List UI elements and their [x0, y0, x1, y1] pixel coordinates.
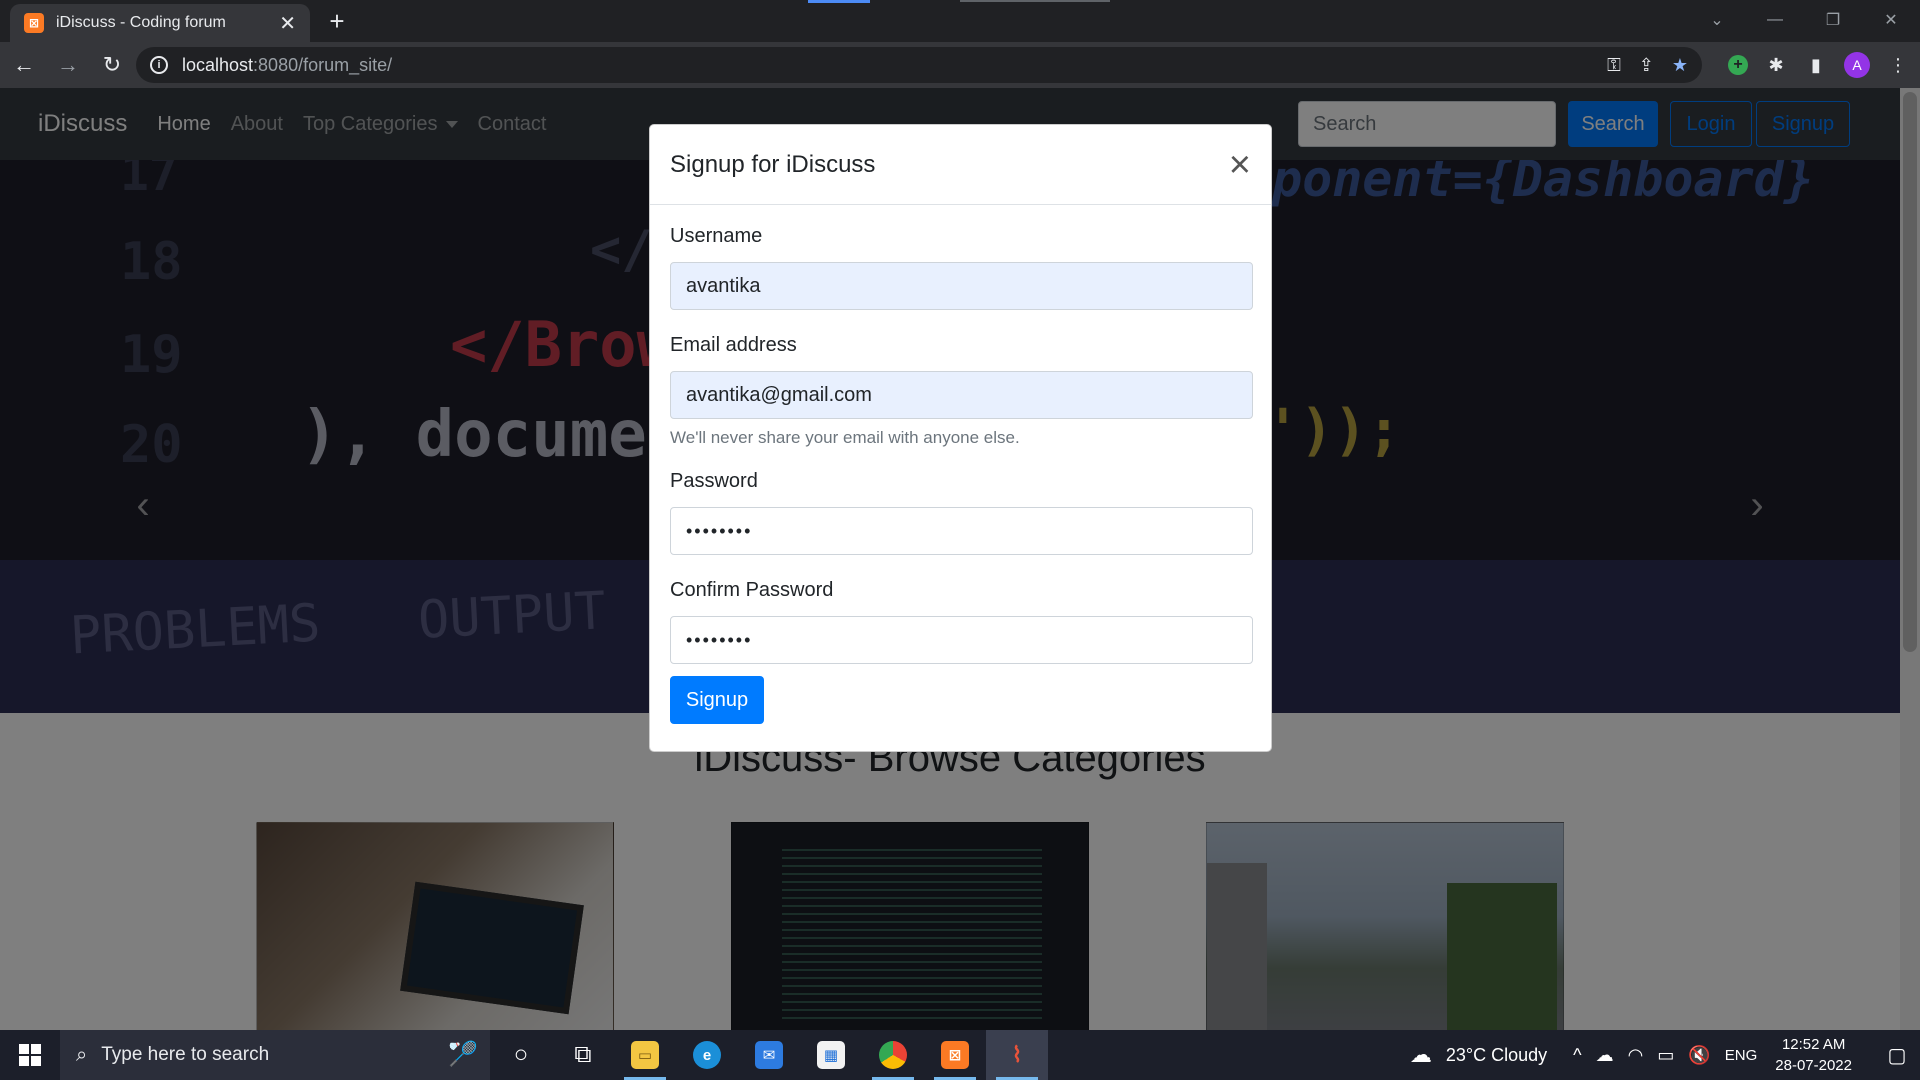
forward-icon[interactable]: → [48, 45, 88, 85]
modal-close-icon[interactable]: × [1229, 146, 1251, 184]
windows-taskbar: ⌕ Type here to search 🏸 ○ ⧉ ▭ e ✉ ▦ ⊠ ⌇ … [0, 1030, 1920, 1080]
url-path: :8080/forum_site/ [253, 54, 393, 75]
loading-indicator [808, 0, 870, 3]
confirm-password-label: Confirm Password [670, 579, 834, 601]
tab-title: iDiscuss - Coding forum [56, 14, 226, 31]
language-indicator[interactable]: ENG [1725, 1047, 1758, 1064]
side-panel-icon[interactable]: ▮ [1804, 55, 1828, 76]
browser-toolbar: ← → ↻ i localhost:8080/forum_site/ ⚿ ⇪ ★ [0, 42, 1920, 88]
signup-submit-button[interactable]: Signup [670, 676, 764, 724]
bookmark-star-icon[interactable]: ★ [1672, 55, 1688, 76]
tab-search-icon[interactable]: ⌄ [1688, 10, 1746, 30]
site-info-icon[interactable]: i [150, 56, 168, 74]
email-label: Email address [670, 334, 797, 356]
mail-icon[interactable]: ✉ [738, 1030, 800, 1080]
tab-close-icon[interactable]: ✕ [279, 11, 296, 36]
browser-tab[interactable]: ⊠ iDiscuss - Coding forum ✕ [10, 4, 310, 42]
url-host: localhost [182, 54, 254, 75]
close-window-icon[interactable]: ✕ [1862, 10, 1920, 30]
system-tray: ☁ 23°C Cloudy ^ ☁ ◠ ▭ 🔇 ENG 12:52 AM 28-… [1410, 1030, 1920, 1080]
modal-header: Signup for iDiscuss × [650, 125, 1271, 205]
email-input[interactable]: avantika@gmail.com [670, 371, 1253, 419]
wifi-icon[interactable]: ◠ [1628, 1045, 1644, 1066]
confirm-password-input[interactable]: •••••••• [670, 616, 1253, 664]
file-explorer-icon[interactable]: ▭ [614, 1030, 676, 1080]
weather-cloud-icon[interactable]: ☁ [1410, 1042, 1432, 1068]
signup-modal: Signup for iDiscuss × Username avantika … [649, 124, 1272, 752]
share-icon[interactable]: ⇪ [1639, 55, 1654, 76]
browser-tab-strip: ⊠ iDiscuss - Coding forum ✕ + ⌄ — ❐ ✕ [0, 0, 1920, 42]
task-view-icon[interactable]: ⧉ [552, 1030, 614, 1080]
onedrive-icon[interactable]: ☁ [1596, 1045, 1614, 1066]
volume-muted-icon[interactable]: 🔇 [1688, 1045, 1710, 1066]
cortana-icon[interactable]: ○ [490, 1030, 552, 1080]
restore-icon[interactable]: ❐ [1804, 10, 1862, 30]
reload-icon[interactable]: ↻ [92, 45, 132, 85]
xampp-favicon-icon: ⊠ [24, 13, 44, 33]
weather-text[interactable]: 23°C Cloudy [1446, 1045, 1547, 1066]
password-label: Password [670, 470, 758, 492]
password-key-icon[interactable]: ⚿ [1607, 55, 1621, 76]
tray-expand-icon[interactable]: ^ [1573, 1045, 1581, 1066]
browser-menu-icon[interactable]: ⋮ [1886, 55, 1910, 76]
search-icon: ⌕ [76, 1043, 88, 1066]
signup-form: Username avantika Email address avantika… [650, 205, 1271, 724]
address-bar[interactable]: i localhost:8080/forum_site/ ⚿ ⇪ ★ [136, 47, 1702, 83]
chrome-icon[interactable] [862, 1030, 924, 1080]
modal-title: Signup for iDiscuss [670, 150, 876, 178]
xampp-icon[interactable]: ⊠ [924, 1030, 986, 1080]
window-controls: ⌄ — ❐ ✕ [1688, 0, 1920, 40]
clock[interactable]: 12:52 AM 28-07-2022 [1775, 1034, 1852, 1076]
windows-logo-icon [19, 1044, 41, 1066]
extension-plus-icon[interactable]: + [1728, 55, 1748, 75]
notifications-icon[interactable]: ▢ [1874, 1030, 1920, 1080]
username-label: Username [670, 225, 763, 247]
loading-indicator-track [960, 0, 1110, 2]
store-icon[interactable]: ▦ [800, 1030, 862, 1080]
back-icon[interactable]: ← [4, 45, 44, 85]
clock-date: 28-07-2022 [1775, 1057, 1852, 1074]
profile-avatar[interactable]: A [1844, 52, 1870, 78]
password-input[interactable]: •••••••• [670, 507, 1253, 555]
new-tab-button[interactable]: + [322, 6, 352, 36]
extensions-puzzle-icon[interactable]: ✱ [1764, 55, 1788, 76]
username-input[interactable]: avantika [670, 262, 1253, 310]
taskbar-search-box[interactable]: ⌕ Type here to search 🏸 [60, 1030, 490, 1080]
start-button[interactable] [0, 1030, 60, 1080]
email-help-text: We'll never share your email with anyone… [670, 428, 1020, 447]
app-icon[interactable]: ⌇ [986, 1030, 1048, 1080]
search-highlight-icon: 🏸 [448, 1041, 478, 1068]
battery-icon[interactable]: ▭ [1657, 1045, 1674, 1066]
toolbar-actions: + ✱ ▮ A ⋮ [1728, 42, 1910, 88]
edge-icon[interactable]: e [676, 1030, 738, 1080]
clock-time: 12:52 AM [1781, 1036, 1846, 1053]
minimize-icon[interactable]: — [1746, 11, 1804, 29]
taskbar-search-placeholder: Type here to search [101, 1044, 270, 1065]
